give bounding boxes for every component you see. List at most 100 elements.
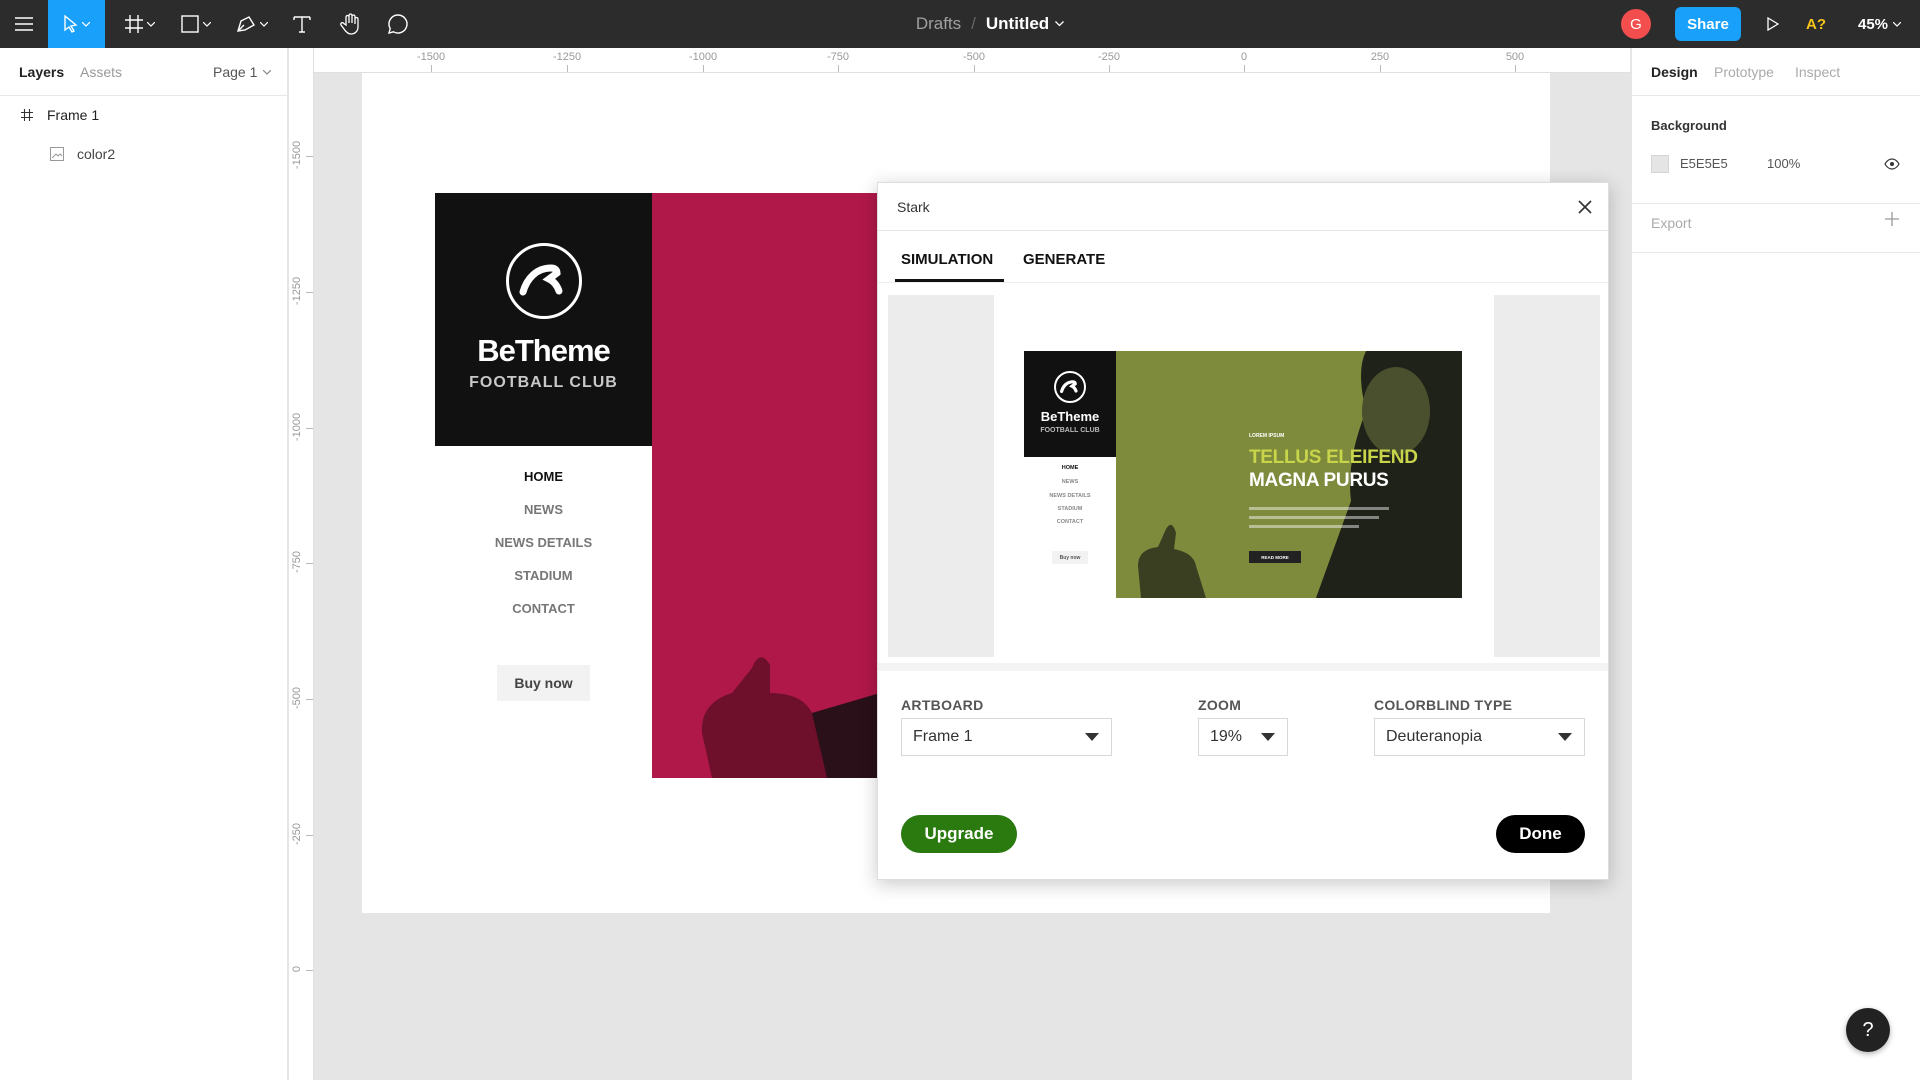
move-tool-button[interactable] (48, 0, 105, 48)
frame-tool-button[interactable] (118, 0, 162, 48)
background-section-title: Background (1651, 118, 1727, 133)
zoom-value: 19% (1210, 728, 1243, 745)
chevron-down-icon (263, 69, 272, 75)
chevron-down-icon (1055, 21, 1065, 27)
site-nav-news-details[interactable]: NEWS DETAILS (435, 535, 652, 550)
chevron-down-icon (1893, 21, 1902, 27)
ruler-vertical: -1500 -1250 -1000 -750 -500 -250 0 (289, 48, 314, 1080)
hand-tool-button[interactable] (332, 0, 368, 48)
add-export-button[interactable] (1885, 212, 1899, 231)
preview-divider (878, 663, 1608, 671)
background-color-swatch[interactable] (1651, 155, 1669, 173)
text-tool-button[interactable] (284, 0, 320, 48)
chevron-down-icon (81, 21, 90, 27)
preview-body-line (1249, 516, 1379, 519)
caret-down-icon (1085, 733, 1099, 741)
upgrade-button[interactable]: Upgrade (901, 815, 1017, 853)
preview-nav-item: STADIUM (1057, 506, 1083, 512)
done-button[interactable]: Done (1496, 815, 1585, 853)
page-selector[interactable]: Page 1 (213, 64, 272, 80)
pen-tool-button[interactable] (230, 0, 274, 48)
frame-icon (125, 15, 143, 33)
preview-kicker: LOREM IPSUM (1249, 433, 1285, 439)
preview-headline-1: TELLUS ELEIFEND (1249, 447, 1418, 468)
tab-inspect[interactable]: Inspect (1795, 64, 1840, 80)
tab-generate[interactable]: GENERATE (1023, 251, 1105, 268)
artboard-value: Frame 1 (913, 728, 973, 745)
user-avatar[interactable]: G (1621, 9, 1651, 39)
export-section-title: Export (1651, 215, 1692, 231)
menu-icon (15, 17, 33, 31)
site-logo-block: BeTheme FOOTBALL CLUB (435, 193, 652, 446)
layer-row-frame-1[interactable]: Frame 1 (0, 96, 287, 134)
tab-design[interactable]: Design (1651, 64, 1698, 80)
preview-read-more-button: READ MORE (1249, 551, 1301, 563)
preview-body-line (1249, 525, 1359, 528)
colorblind-type-value: Deuteranopia (1386, 728, 1483, 745)
image-icon (50, 147, 64, 161)
preview-logo-block: BeTheme FOOTBALL CLUB (1024, 351, 1116, 457)
main-menu-button[interactable] (0, 0, 48, 48)
visibility-toggle[interactable] (1884, 157, 1900, 175)
club-logo-icon (1054, 371, 1086, 403)
shape-tool-button[interactable] (174, 0, 218, 48)
preview-nav-item: CONTACT (1056, 519, 1084, 525)
site-buy-now-button[interactable]: Buy now (497, 665, 590, 701)
tab-layers[interactable]: Layers (19, 64, 64, 80)
tab-divider (878, 282, 1608, 283)
text-icon (293, 16, 311, 33)
close-button[interactable] (1575, 197, 1595, 217)
caret-down-icon (1261, 733, 1275, 741)
site-nav-news[interactable]: NEWS (435, 502, 652, 517)
share-button[interactable]: Share (1675, 7, 1741, 41)
preview-body-line (1249, 507, 1389, 510)
frame-icon (21, 109, 33, 121)
close-icon (1578, 200, 1592, 214)
artboard-select[interactable]: Frame 1 (901, 718, 1112, 756)
artboard-label: ARTBOARD (901, 697, 984, 713)
zoom-label: ZOOM (1198, 697, 1242, 713)
tab-prototype[interactable]: Prototype (1714, 64, 1774, 80)
cursor-icon (63, 15, 78, 33)
site-nav-contact[interactable]: CONTACT (435, 601, 652, 616)
colorblind-type-select[interactable]: Deuteranopia (1374, 718, 1585, 756)
layer-name: Frame 1 (47, 107, 100, 123)
site-nav-stadium[interactable]: STADIUM (435, 568, 652, 583)
modal-header: Stark (878, 183, 1608, 231)
preview-buy-button: Buy now (1052, 551, 1088, 564)
pen-icon (237, 16, 255, 32)
breadcrumb-separator: / (971, 14, 976, 33)
chevron-down-icon (203, 21, 211, 27)
tab-simulation[interactable]: SIMULATION (901, 251, 993, 268)
file-name-menu[interactable]: Untitled (986, 14, 1065, 34)
zoom-select[interactable]: 19% (1198, 718, 1288, 756)
help-button[interactable]: ? (1846, 1008, 1890, 1052)
eye-icon (1884, 158, 1900, 170)
comment-tool-button[interactable] (380, 0, 416, 48)
hand-icon (340, 13, 359, 35)
club-logo-icon (506, 243, 582, 319)
rectangle-icon (181, 15, 199, 33)
tab-assets[interactable]: Assets (80, 64, 122, 80)
accessibility-check-button[interactable]: A? (1806, 0, 1826, 48)
ruler-horizontal: -1500 -1250 -1000 -750 -500 -250 0 250 5… (289, 48, 1630, 73)
brand-name: BeTheme (477, 333, 611, 368)
zoom-value: 45% (1858, 15, 1889, 33)
background-opacity-field[interactable]: 100% (1767, 156, 1800, 171)
chevron-down-icon (260, 21, 268, 27)
layer-row-color2[interactable]: color2 (0, 135, 287, 173)
background-hex-field[interactable]: E5E5E5 (1680, 156, 1728, 171)
preview-nav-item: NEWS (1061, 479, 1079, 485)
present-button[interactable] (1758, 0, 1788, 48)
thumbs-up-graphic (701, 657, 880, 778)
left-panel-tabs: Layers Assets Page 1 (0, 48, 287, 96)
toolbar: Drafts / Untitled G Share A? 45% (0, 0, 1920, 48)
site-nav-home[interactable]: HOME (435, 469, 652, 484)
brand-subtitle: FOOTBALL CLUB (469, 374, 618, 391)
hero-image (652, 193, 880, 778)
preview-headline-2: MAGNA PURUS (1249, 470, 1389, 491)
zoom-menu[interactable]: 45% (1858, 0, 1902, 48)
caret-down-icon (1558, 733, 1572, 741)
section-divider (1632, 252, 1920, 253)
breadcrumb-drafts[interactable]: Drafts (916, 14, 961, 34)
